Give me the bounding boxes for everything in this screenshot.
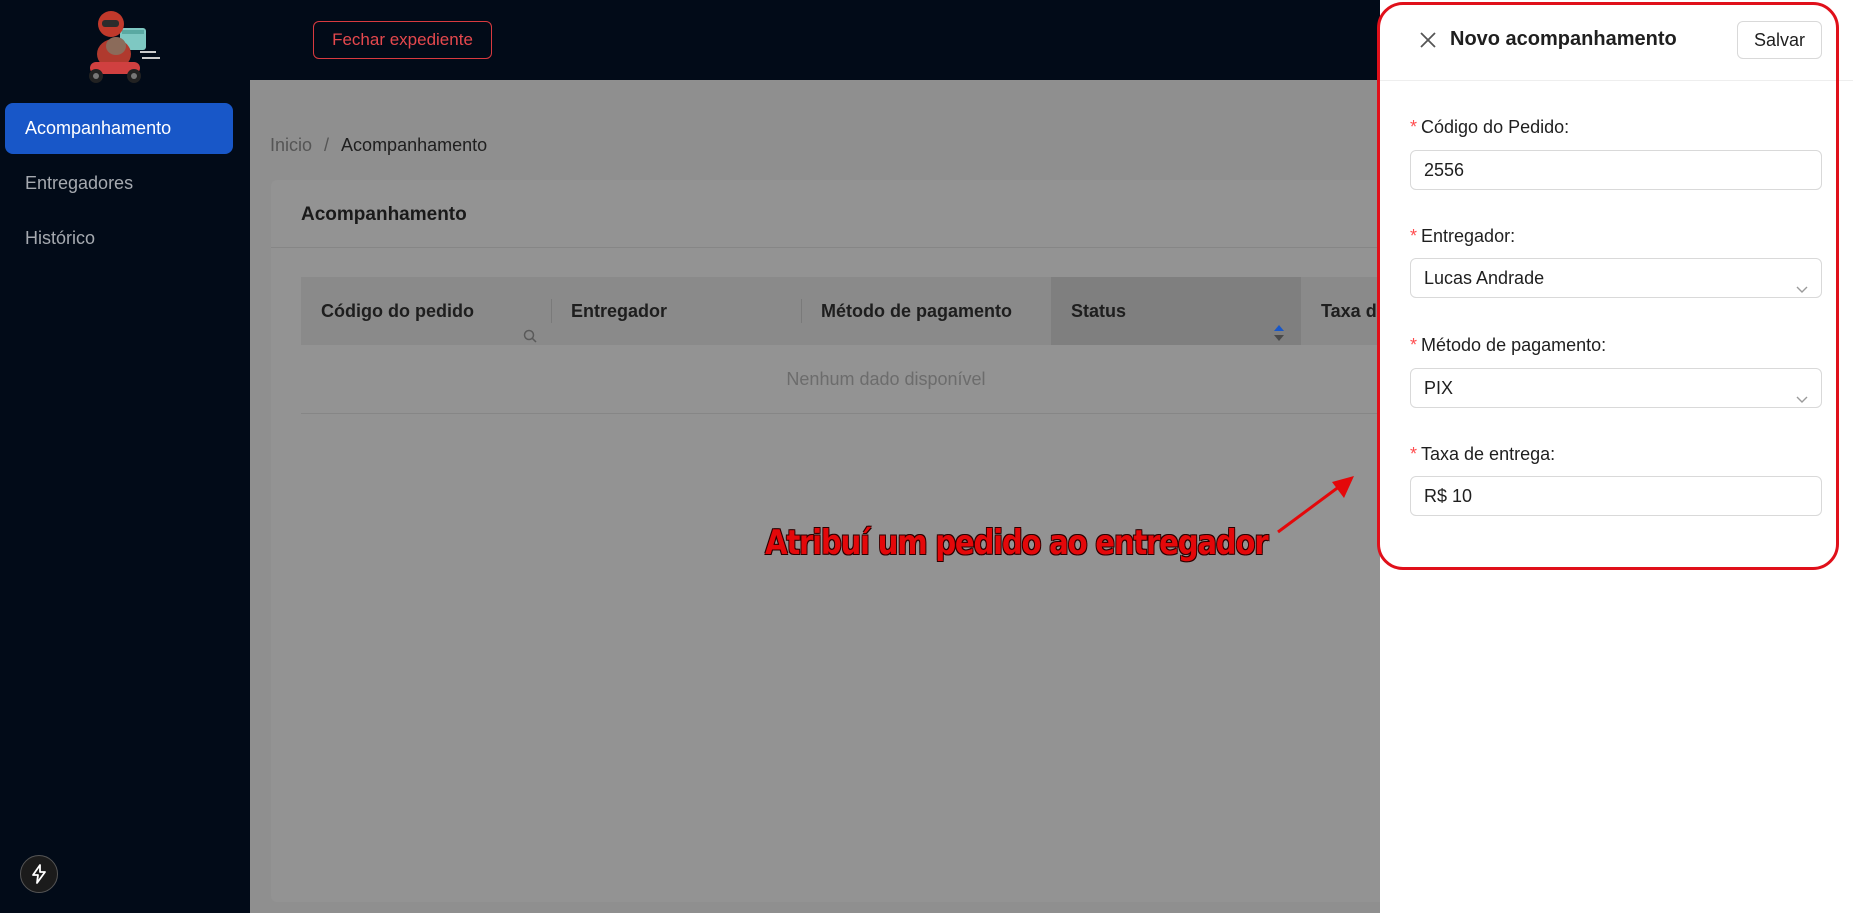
order-code-label: * Código do Pedido: — [1410, 117, 1569, 138]
breadcrumb-home[interactable]: Inicio — [270, 135, 312, 156]
courier-label-text: Entregador: — [1421, 226, 1516, 246]
breadcrumb-separator: / — [324, 135, 330, 155]
card-title: Acompanhamento — [301, 204, 467, 225]
annotation-arrow-icon — [1277, 476, 1354, 534]
payment-method-label-text: Método de pagamento: — [1421, 335, 1607, 355]
chevron-down-icon — [1795, 381, 1809, 419]
order-code-input[interactable]: 2556 — [1410, 150, 1822, 190]
sidebar-item-historico[interactable]: Histórico — [5, 213, 233, 264]
sort-icon[interactable] — [1273, 302, 1285, 341]
payment-method-select[interactable]: PIX — [1410, 368, 1822, 408]
courier-label: * Entregador: — [1410, 226, 1515, 247]
delivery-logo — [78, 6, 164, 88]
drawer-title: Novo acompanhamento — [1450, 28, 1677, 50]
column-payment-method: Método de pagamento — [821, 301, 1013, 321]
table-header: Código do pedido Entregador Método de pa… — [301, 277, 1471, 345]
delivery-fee-label: * Taxa de entrega: — [1410, 444, 1555, 465]
breadcrumb-current: Acompanhamento — [341, 135, 488, 155]
payment-method-value: PIX — [1424, 378, 1454, 398]
column-order-code[interactable]: Código do pedido — [301, 277, 551, 345]
courier-select[interactable]: Lucas Andrade — [1410, 258, 1822, 298]
payment-method-label: * Método de pagamento: — [1410, 335, 1606, 356]
delivery-fee-input[interactable]: R$ 10 — [1410, 476, 1822, 516]
card-divider — [271, 247, 1471, 248]
courier-select-value: Lucas Andrade — [1424, 268, 1545, 288]
lightning-icon[interactable] — [20, 855, 58, 893]
column-status-label: Status — [1071, 301, 1127, 321]
required-mark: * — [1410, 226, 1418, 246]
close-shift-button[interactable]: Fechar expediente — [313, 21, 492, 59]
order-code-label-text: Código do Pedido: — [1421, 117, 1570, 137]
column-order-code-label: Código do pedido — [321, 301, 474, 321]
close-icon[interactable] — [1415, 27, 1441, 53]
required-mark: * — [1410, 117, 1418, 137]
delivery-fee-value: R$ 10 — [1424, 486, 1473, 506]
breadcrumb: Inicio / Acompanhamento — [270, 135, 487, 156]
sidebar-item-acompanhamento[interactable]: Acompanhamento — [5, 103, 233, 154]
delivery-fee-label-text: Taxa de entrega: — [1421, 444, 1556, 464]
column-status[interactable]: Status — [1051, 277, 1301, 345]
save-button[interactable]: Salvar — [1737, 21, 1822, 59]
required-mark: * — [1410, 444, 1418, 464]
column-courier: Entregador — [571, 301, 668, 321]
new-tracking-drawer: Novo acompanhamento Salvar * Código do Pe… — [1380, 0, 1853, 913]
empty-state: Nenhum dado disponível — [301, 345, 1471, 414]
sidebar-item-entregadores[interactable]: Entregadores — [5, 158, 233, 209]
chevron-down-icon — [1795, 271, 1809, 309]
sidebar: Acompanhamento Entregadores Histórico — [0, 0, 250, 913]
drawer-header: Novo acompanhamento Salvar — [1380, 0, 1853, 81]
annotation-text: Atribuí um pedido ao entregador — [765, 523, 1269, 563]
required-mark: * — [1410, 335, 1418, 355]
order-code-value: 2556 — [1424, 160, 1465, 180]
